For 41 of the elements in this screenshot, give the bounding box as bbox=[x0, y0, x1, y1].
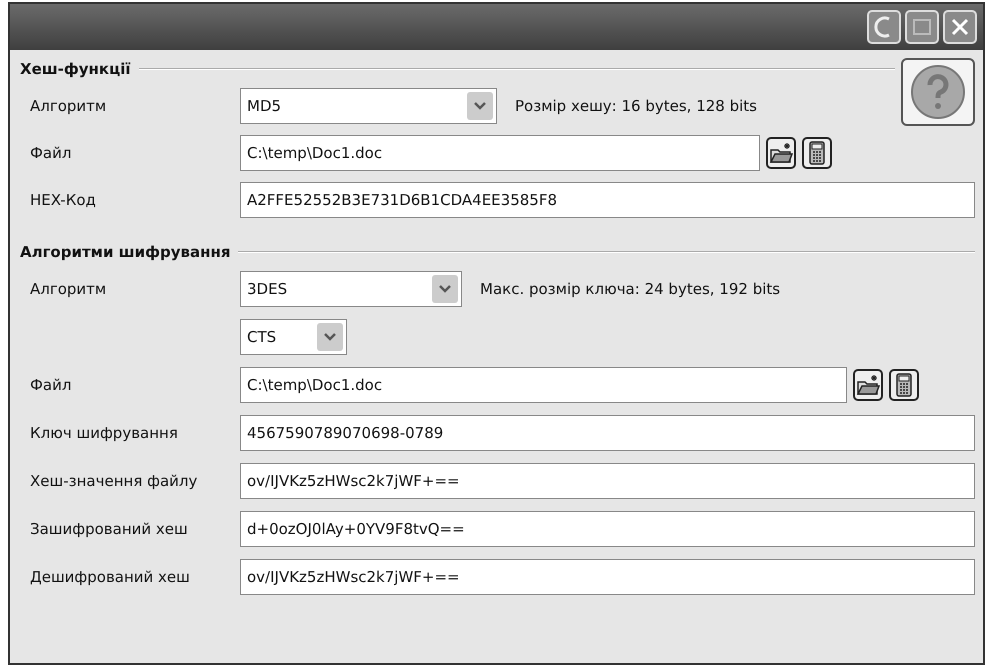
section-title: Хеш-функції bbox=[20, 60, 131, 78]
calculator-icon bbox=[809, 140, 825, 164]
calculator-button[interactable] bbox=[889, 369, 919, 401]
maximize-button[interactable] bbox=[905, 10, 939, 44]
maximize-icon bbox=[911, 16, 933, 38]
chevron-down-icon bbox=[323, 332, 337, 342]
open-folder-button[interactable] bbox=[853, 369, 883, 401]
field-label: Файл bbox=[29, 144, 72, 162]
info-text: Макс. розмір ключа: 24 bytes, 192 bits bbox=[480, 280, 780, 298]
input-field[interactable]: ov/IJVKz5zHWsc2k7jWF+== bbox=[240, 559, 975, 595]
field-label: Алгоритм bbox=[29, 280, 108, 298]
field-label: Файл bbox=[29, 376, 72, 394]
minimize-button[interactable] bbox=[867, 10, 901, 44]
info-text: Розмір хешу: 16 bytes, 128 bits bbox=[515, 96, 757, 114]
input-field[interactable]: 4567590789070698-0789 bbox=[240, 415, 975, 451]
field-label: Зашифрований хеш bbox=[29, 520, 189, 538]
folder-icon bbox=[769, 142, 793, 164]
dropdown[interactable]: 3DES bbox=[240, 271, 462, 307]
field-label: HEX-Код bbox=[29, 190, 97, 208]
input-field[interactable]: C:\temp\Doc1.doc bbox=[240, 367, 847, 403]
help-icon bbox=[909, 63, 967, 121]
dropdown[interactable]: MD5 bbox=[240, 88, 497, 124]
chevron-down-icon bbox=[473, 100, 487, 110]
field-label: Хеш-значення файлу bbox=[29, 472, 198, 490]
section-title: Алгоритми шифрування bbox=[20, 243, 230, 261]
chevron-down-icon bbox=[438, 284, 452, 294]
calculator-button[interactable] bbox=[802, 136, 832, 168]
field-label: Дешифрований хеш bbox=[29, 568, 191, 586]
open-folder-button[interactable] bbox=[766, 136, 796, 168]
calculator-icon bbox=[896, 373, 912, 397]
input-field[interactable]: ov/IJVKz5zHWsc2k7jWF+== bbox=[240, 463, 975, 499]
close-button[interactable] bbox=[943, 10, 977, 44]
input-field[interactable]: C:\temp\Doc1.doc bbox=[240, 134, 760, 170]
dropdown[interactable]: CTS bbox=[240, 319, 347, 355]
field-label: Ключ шифрування bbox=[29, 424, 179, 442]
close-icon bbox=[949, 16, 971, 38]
input-field[interactable]: A2FFE52552B3E731D6B1CDA4EE3585F8 bbox=[240, 182, 975, 218]
field-label: Алгоритм bbox=[29, 96, 108, 114]
help-button[interactable] bbox=[901, 58, 975, 126]
folder-icon bbox=[856, 374, 880, 396]
input-field[interactable]: d+0ozOJ0lAy+0YV9F8tvQ== bbox=[240, 511, 975, 547]
